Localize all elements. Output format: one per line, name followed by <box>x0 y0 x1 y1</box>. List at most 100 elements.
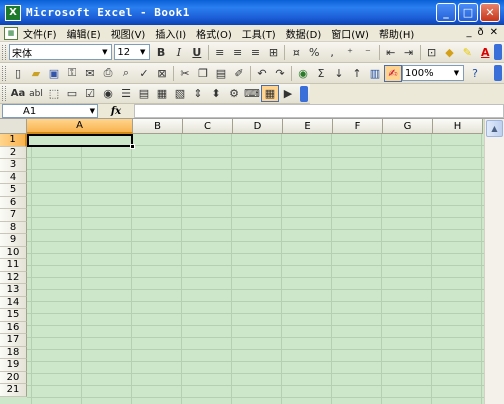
menu-tools[interactable]: 工具(T) <box>237 26 281 41</box>
label-button[interactable]: Aa <box>9 85 27 102</box>
row-header-7[interactable]: 7 <box>0 209 27 222</box>
row-header-9[interactable]: 9 <box>0 234 27 247</box>
row-header-19[interactable]: 19 <box>0 359 27 372</box>
combo-box-icon[interactable]: ▤ <box>135 85 153 102</box>
select-all-corner[interactable] <box>0 119 27 134</box>
borders-icon[interactable]: ⊡ <box>423 44 441 61</box>
row-header-15[interactable]: 15 <box>0 309 27 322</box>
group-box-icon[interactable]: ⬚ <box>45 85 63 102</box>
fill-handle[interactable] <box>130 144 135 149</box>
row-header-12[interactable]: 12 <box>0 271 27 284</box>
increase-decimal-icon[interactable]: ⁺ <box>341 44 359 61</box>
worksheet-grid[interactable]: A B C D E F G H 1 2 3 4 5 6 7 8 9 10 11 12 13 14 15 16 17 18 19 20 2… <box>0 119 484 404</box>
chevron-down-icon[interactable]: ▼ <box>99 46 110 58</box>
menu-insert[interactable]: 插入(I) <box>150 26 191 41</box>
new-file-icon[interactable]: ▯ <box>9 65 27 82</box>
row-header-3[interactable]: 3 <box>0 159 27 172</box>
email-icon[interactable]: ✉ <box>81 65 99 82</box>
row-header-13[interactable]: 13 <box>0 284 27 297</box>
combo-dropdown-icon[interactable]: ▧ <box>171 85 189 102</box>
run-dialog-icon[interactable]: ▶ <box>279 85 297 102</box>
decrease-indent-icon[interactable]: ⇤ <box>382 44 400 61</box>
undo-icon[interactable]: ↶ <box>253 65 271 82</box>
permission-icon[interactable]: ⚿ <box>63 65 81 82</box>
column-header-c[interactable]: C <box>183 119 233 134</box>
research-icon[interactable]: ⊠ <box>153 65 171 82</box>
excel-app-icon[interactable]: X <box>5 4 21 21</box>
maximize-button[interactable]: □ <box>458 3 478 22</box>
menu-help[interactable]: 帮助(H) <box>374 26 419 41</box>
sort-descending-icon[interactable]: ↑ <box>348 65 366 82</box>
chevron-down-icon[interactable]: ▼ <box>451 67 462 79</box>
redo-icon[interactable]: ↷ <box>271 65 289 82</box>
row-header-6[interactable]: 6 <box>0 196 27 209</box>
spelling-icon[interactable]: ✓ <box>135 65 153 82</box>
row-header-16[interactable]: 16 <box>0 321 27 334</box>
formula-input[interactable] <box>134 104 504 118</box>
highlight-icon[interactable]: ✎ <box>458 44 476 61</box>
percent-button[interactable]: % <box>305 44 323 61</box>
menu-edit[interactable]: 编辑(E) <box>62 26 106 41</box>
align-right-icon[interactable]: ≡ <box>247 44 265 61</box>
zoom-select[interactable]: 100% ▼ <box>402 65 464 81</box>
edit-box-button[interactable]: abl <box>27 85 45 102</box>
cut-icon[interactable]: ✂ <box>176 65 194 82</box>
control-properties-icon[interactable]: ⚙ <box>225 85 243 102</box>
row-header-2[interactable]: 2 <box>0 146 27 159</box>
italic-button[interactable]: I <box>170 44 188 61</box>
row-header-4[interactable]: 4 <box>0 171 27 184</box>
row-header-11[interactable]: 11 <box>0 259 27 272</box>
font-color-button[interactable]: A <box>476 44 494 61</box>
menu-view[interactable]: 视图(V) <box>106 26 151 41</box>
toolbar-grip[interactable] <box>2 86 6 101</box>
doc-close-button[interactable]: ✕ <box>490 27 498 38</box>
list-box-icon[interactable]: ☰ <box>117 85 135 102</box>
menu-window[interactable]: 窗口(W) <box>326 26 374 41</box>
bold-button[interactable]: B <box>152 44 170 61</box>
row-header-21[interactable]: 21 <box>0 384 27 397</box>
option-button-icon[interactable]: ◉ <box>99 85 117 102</box>
active-cell-a1[interactable] <box>27 134 133 147</box>
paste-icon[interactable]: ▤ <box>212 65 230 82</box>
workbook-icon[interactable]: ▦ <box>4 26 18 40</box>
autosum-button[interactable]: Σ <box>312 65 330 82</box>
toolbar-options-icon[interactable] <box>494 65 502 81</box>
column-header-e[interactable]: E <box>283 119 333 134</box>
row-header-10[interactable]: 10 <box>0 246 27 259</box>
menu-data[interactable]: 数据(D) <box>281 26 327 41</box>
chart-wizard-icon[interactable]: ▥ <box>366 65 384 82</box>
menu-format[interactable]: 格式(O) <box>191 26 237 41</box>
underline-button[interactable]: U <box>188 44 206 61</box>
help-icon[interactable]: ? <box>466 65 484 82</box>
fill-color-icon[interactable]: ◆ <box>441 44 459 61</box>
checkbox-icon[interactable]: ☑ <box>81 85 99 102</box>
row-header-17[interactable]: 17 <box>0 334 27 347</box>
hyperlink-icon[interactable]: ◉ <box>294 65 312 82</box>
merge-center-icon[interactable]: ⊞ <box>264 44 282 61</box>
scroll-up-icon[interactable]: ▲ <box>486 120 503 137</box>
row-header-8[interactable]: 8 <box>0 221 27 234</box>
toolbar-grip[interactable] <box>2 65 6 81</box>
row-header-18[interactable]: 18 <box>0 346 27 359</box>
comma-button[interactable]: , <box>323 44 341 61</box>
print-icon[interactable]: ⎙ <box>99 65 117 82</box>
drawing-icon[interactable]: ✍ <box>384 64 402 82</box>
align-center-icon[interactable]: ≡ <box>229 44 247 61</box>
copy-icon[interactable]: ❐ <box>194 65 212 82</box>
column-header-a[interactable]: A <box>27 119 133 134</box>
chevron-down-icon[interactable]: ▼ <box>90 107 95 115</box>
row-header-5[interactable]: 5 <box>0 184 27 197</box>
doc-minimize-button[interactable]: _ <box>466 27 471 38</box>
save-icon[interactable]: ▣ <box>45 65 63 82</box>
chevron-down-icon[interactable]: ▼ <box>137 46 148 58</box>
toolbar-options-icon[interactable] <box>300 85 308 102</box>
name-box[interactable]: A1 ▼ <box>2 104 98 118</box>
column-header-d[interactable]: D <box>233 119 283 134</box>
column-header-f[interactable]: F <box>333 119 383 134</box>
row-header-20[interactable]: 20 <box>0 371 27 384</box>
combo-list-icon[interactable]: ▦ <box>153 85 171 102</box>
button-icon[interactable]: ▭ <box>63 85 81 102</box>
row-header-14[interactable]: 14 <box>0 296 27 309</box>
scroll-bar-icon[interactable]: ⇕ <box>189 85 207 102</box>
increase-indent-icon[interactable]: ⇥ <box>400 44 418 61</box>
